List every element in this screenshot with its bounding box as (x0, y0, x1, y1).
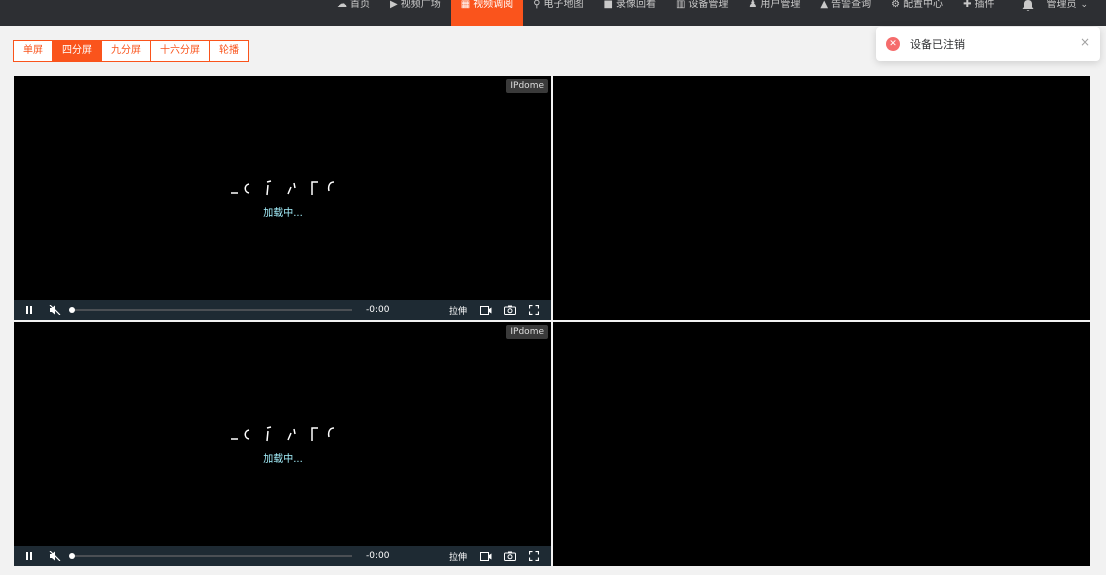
time-display: -0:00 (366, 551, 390, 561)
puzzle-icon: ✚ (963, 0, 972, 10)
nav-item-device-mgmt[interactable]: ▥ 设备管理 (666, 0, 738, 26)
mute-icon[interactable] (48, 303, 62, 317)
nav-label: 插件 (974, 0, 995, 10)
user-menu[interactable]: 管理员 ⌄ (1046, 0, 1088, 10)
camera-tag: IPdome (506, 325, 548, 339)
gear-icon: ⚙ (891, 0, 901, 10)
nav-label: 电子地图 (543, 0, 584, 10)
progress-bar[interactable] (69, 307, 352, 313)
nav-item-plugin[interactable]: ✚ 插件 (953, 0, 1004, 26)
record-icon[interactable] (479, 303, 493, 317)
bell-icon[interactable] (1022, 0, 1036, 12)
split-sixteen-button[interactable]: 十六分屏 (150, 40, 210, 62)
progress-knob[interactable] (69, 307, 75, 313)
record-icon[interactable] (479, 549, 493, 563)
nav-label: 首页 (350, 0, 371, 10)
map-pin-icon: ⚲ (533, 0, 541, 10)
player-controls: -0:00 拉伸 (14, 546, 551, 566)
loading-text: 加载中... (263, 208, 303, 219)
nav-label: 视频广场 (400, 0, 441, 10)
video-player-3[interactable]: IPdome 加载中... -0:00 拉伸 (14, 322, 551, 566)
fullscreen-icon[interactable] (527, 549, 541, 563)
pause-icon[interactable] (22, 303, 36, 317)
split-four-button[interactable]: 四分屏 (52, 40, 102, 62)
chevron-down-icon: ⌄ (1080, 0, 1088, 10)
nav-item-user-mgmt[interactable]: ♟ 用户管理 (738, 0, 810, 26)
nav-item-map[interactable]: ⚲ 电子地图 (523, 0, 593, 26)
split-single-button[interactable]: 单屏 (13, 40, 53, 62)
screen-split-group: 单屏 四分屏 九分屏 十六分屏 轮播 (13, 40, 249, 62)
video-player-1[interactable]: IPdome 加载中... -0:00 拉伸 (14, 76, 551, 320)
server-icon: ▥ (675, 0, 686, 10)
loading-spinner-icon (231, 426, 335, 442)
mute-icon[interactable] (48, 549, 62, 563)
top-nav-bar: ☁ 首页 ▶ 视频广场 ▦ 视频调阅 ⚲ 电子地图 ■ 录像回看 ▥ 设备管理 ♟ 用户管理 … (0, 0, 1106, 26)
nav-label: 录像回看 (615, 0, 656, 10)
play-icon: ▶ (390, 0, 398, 10)
time-display: -0:00 (366, 305, 390, 315)
loading-text: 加载中... (263, 454, 303, 465)
loading-spinner-icon (231, 180, 335, 196)
cloud-icon: ☁ (337, 0, 348, 10)
stretch-button[interactable]: 拉伸 (449, 550, 467, 563)
user-icon: ♟ (748, 0, 758, 10)
pause-icon[interactable] (22, 549, 36, 563)
video-camera-icon: ■ (603, 0, 613, 10)
nav-item-alarm[interactable]: ▲ 告警查询 (810, 0, 881, 26)
progress-knob[interactable] (69, 553, 75, 559)
notification-toast: ✕ 设备已注销 × (876, 27, 1100, 61)
progress-bar[interactable] (69, 553, 352, 559)
split-nine-button[interactable]: 九分屏 (101, 40, 151, 62)
nav-item-playback[interactable]: ■ 录像回看 (594, 0, 666, 26)
user-name: 管理员 (1046, 0, 1077, 10)
nav-item-video-square[interactable]: ▶ 视频广场 (380, 0, 451, 26)
player-controls: -0:00 拉伸 (14, 300, 551, 320)
nav-label: 设备管理 (688, 0, 729, 10)
nav-label: 告警查询 (831, 0, 872, 10)
grid-icon: ▦ (460, 0, 471, 10)
nav-item-video-view[interactable]: ▦ 视频调阅 (450, 0, 524, 26)
nav-item-home[interactable]: ☁ 首页 (327, 0, 380, 26)
nav-label: 视频调阅 (473, 0, 514, 10)
error-icon: ✕ (886, 37, 900, 51)
close-icon[interactable]: × (1080, 35, 1090, 49)
camera-snapshot-icon[interactable] (503, 303, 517, 317)
toast-message: 设备已注销 (910, 38, 965, 51)
nav-label: 用户管理 (760, 0, 801, 10)
main-nav: ☁ 首页 ▶ 视频广场 ▦ 视频调阅 ⚲ 电子地图 ■ 录像回看 ▥ 设备管理 ♟ 用户管理 … (327, 0, 1088, 26)
nav-label: 配置中心 (903, 0, 944, 10)
stretch-button[interactable]: 拉伸 (449, 304, 467, 317)
video-player-4[interactable] (553, 322, 1090, 566)
alarm-icon: ▲ (820, 0, 829, 10)
loading-indicator: 加载中... (228, 422, 338, 465)
camera-snapshot-icon[interactable] (503, 549, 517, 563)
video-player-2[interactable] (553, 76, 1090, 320)
camera-tag: IPdome (506, 79, 548, 93)
nav-item-config[interactable]: ⚙ 配置中心 (881, 0, 953, 26)
carousel-button[interactable]: 轮播 (209, 40, 249, 62)
loading-indicator: 加载中... (228, 176, 338, 219)
fullscreen-icon[interactable] (527, 303, 541, 317)
